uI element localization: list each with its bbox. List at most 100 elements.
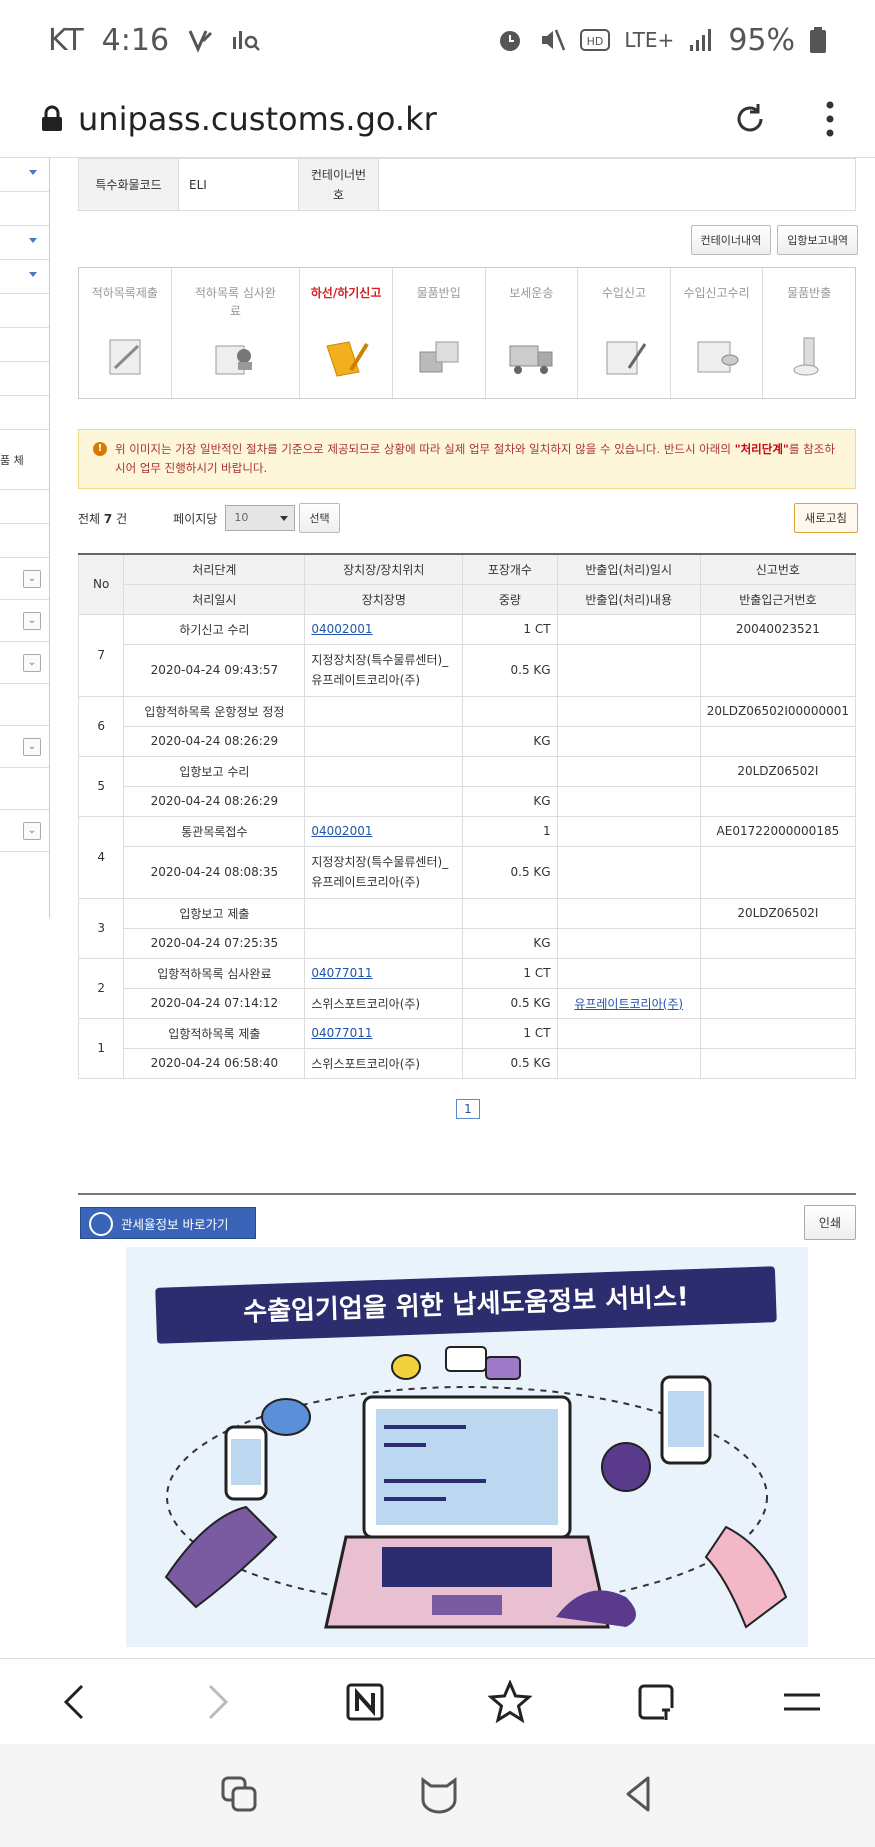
recent-apps-button[interactable] — [219, 1774, 259, 1818]
print-button[interactable]: 인쇄 — [803, 1205, 856, 1240]
reload-icon[interactable] — [731, 100, 769, 138]
url-bar: unipass.customs.go.kr — [0, 80, 875, 158]
step-label: 하선/하기신고 — [310, 286, 382, 300]
process-history-table: No 처리단계 장치장/장치위치 포장개수 반출입(처리)일시 신고번호 처리일… — [77, 553, 857, 1079]
step-label: 보세운송 — [509, 286, 554, 300]
row-location-name — [304, 927, 464, 959]
inout-content-link[interactable]: 유프레이트코리아(주) — [574, 997, 683, 1011]
page-button[interactable]: 1 — [456, 1098, 480, 1119]
sidebar-row[interactable]: ⌄ — [0, 600, 49, 642]
process-step: 적하목록 심사완료 — [172, 268, 301, 398]
row-date: 2020-04-24 08:26:29 — [123, 725, 306, 757]
warning-icon: ! — [93, 442, 107, 456]
status-bar: KT 4:16 HD LTE+ 95% — [0, 0, 875, 80]
row-inout — [556, 695, 701, 727]
chart-search-icon — [233, 31, 260, 51]
col-date: 처리일시 — [123, 583, 306, 615]
select-arrow-icon[interactable]: ⌄ — [23, 822, 41, 840]
location-link[interactable]: 04077011 — [311, 966, 372, 980]
row-report — [699, 957, 857, 989]
row-step: 입항적하목록 심사완료 — [123, 957, 306, 989]
per-page-select[interactable]: 10 — [225, 505, 296, 531]
row-no: 3 — [77, 897, 125, 959]
tabs-button[interactable] — [631, 1677, 681, 1727]
row-no: 4 — [77, 815, 125, 899]
sidebar-row[interactable]: ⌄ — [0, 726, 49, 768]
row-location — [304, 897, 464, 929]
globe-icon — [89, 1212, 113, 1236]
sidebar-row — [0, 192, 49, 226]
select-arrow-icon[interactable]: ⌄ — [23, 738, 41, 756]
container-history-button[interactable]: 컨테이너내역 — [690, 225, 772, 255]
step-label: 적하목록 심사완료 — [194, 286, 276, 318]
boxes-icon — [419, 341, 459, 373]
hamburger-menu-icon — [784, 1693, 821, 1710]
sidebar-row[interactable] — [0, 260, 49, 294]
row-location-name: 지정장치장(특수물류센터)_유프레이트코리아(주) — [304, 643, 464, 697]
naver-home-button[interactable] — [340, 1677, 390, 1727]
bookmark-button[interactable] — [485, 1677, 535, 1727]
home-button[interactable] — [417, 1774, 461, 1818]
table-row: 4 통관목록접수 04002001 1 AE01722000000185 — [77, 815, 857, 899]
row-report: AE01722000000185 — [699, 815, 857, 847]
row-basis — [699, 785, 857, 817]
table-row: 2020-04-24 06:58:40 스위스포트코리아(주) 0.5 KG — [79, 1047, 857, 1079]
select-arrow-icon[interactable]: ⌄ — [23, 570, 41, 588]
process-step-active: 하선/하기신고 — [300, 268, 393, 398]
menu-button[interactable] — [777, 1677, 827, 1727]
cylinder-icon — [793, 337, 819, 376]
row-date: 2020-04-24 08:26:29 — [123, 785, 306, 817]
refresh-button[interactable]: 새로고침 — [793, 503, 858, 533]
entry-report-button[interactable]: 입항보고내역 — [777, 225, 858, 255]
total-number: 7 — [103, 511, 113, 526]
table-row: 5 입항보고 수리 20LDZ06502I — [77, 755, 857, 817]
hd-icon: HD — [580, 29, 611, 51]
cargo-info-table: 특수화물코드 ELI 컨테이너번호 — [78, 158, 856, 211]
row-weight: 0.5 KG — [462, 845, 558, 899]
tabs-icon — [638, 1684, 674, 1720]
select-button[interactable]: 선택 — [299, 503, 340, 533]
row-packages — [462, 695, 558, 727]
stamp-icon — [215, 345, 253, 375]
sidebar-row[interactable] — [0, 158, 49, 192]
row-report: 20LDZ06502I — [699, 897, 857, 929]
row-packages: 1 — [462, 815, 558, 847]
sidebar-row[interactable] — [0, 226, 49, 260]
row-inout — [556, 957, 701, 989]
row-content — [556, 1047, 701, 1079]
row-basis — [699, 927, 857, 959]
select-arrow-icon[interactable]: ⌄ — [23, 612, 41, 630]
row-date: 2020-04-24 08:08:35 — [123, 845, 306, 899]
tariff-link-button[interactable]: 관세율정보 바로가기 — [80, 1207, 256, 1239]
row-weight: 0.5 KG — [462, 987, 558, 1019]
table-row: 2020-04-24 08:26:29 KG — [79, 785, 857, 817]
forward-button[interactable] — [194, 1677, 244, 1727]
row-basis — [699, 643, 857, 697]
row-inout — [556, 613, 701, 645]
container-label: 컨테이너번호 — [298, 158, 379, 211]
sidebar-row[interactable]: ⌄ — [0, 642, 49, 684]
back-arrow-icon — [63, 1684, 83, 1719]
alarm-icon — [500, 31, 521, 51]
row-weight: KG — [462, 785, 558, 817]
row-basis — [699, 845, 857, 899]
col-inout-date: 반출입(처리)일시 — [556, 553, 701, 585]
step-label: 물품반출 — [787, 286, 832, 300]
sidebar-row[interactable]: ⌄ — [0, 810, 49, 852]
url-text[interactable]: unipass.customs.go.kr — [78, 100, 437, 138]
sidebar-row[interactable]: ⌄ — [0, 558, 49, 600]
star-icon — [488, 1679, 533, 1723]
back-nav-button[interactable] — [620, 1774, 656, 1818]
row-no: 5 — [77, 755, 125, 817]
step-label: 물품반입 — [416, 286, 461, 300]
tax-help-banner[interactable]: 수출입기업을 위한 납세도움정보 서비스! — [126, 1247, 808, 1647]
location-link[interactable]: 04002001 — [311, 824, 372, 838]
network-type: LTE+ — [624, 28, 675, 52]
more-menu-icon[interactable] — [825, 99, 835, 139]
laptop-illustration-icon — [164, 1346, 788, 1629]
back-button[interactable] — [48, 1677, 98, 1727]
location-link[interactable]: 04077011 — [311, 1026, 372, 1040]
select-arrow-icon[interactable]: ⌄ — [23, 654, 41, 672]
location-link[interactable]: 04002001 — [311, 622, 372, 636]
battery-percent: 95% — [728, 22, 795, 58]
